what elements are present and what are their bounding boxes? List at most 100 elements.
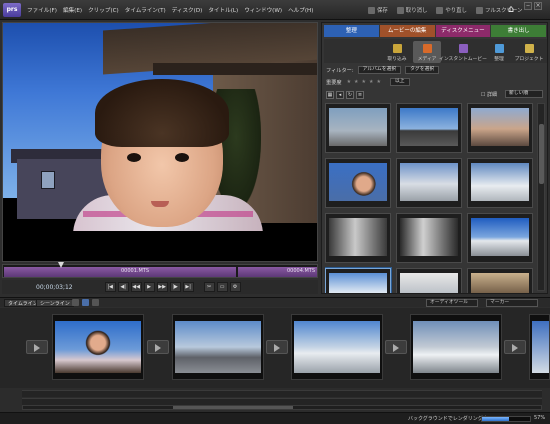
scene-clip[interactable] [529,314,550,380]
media-thumbnail[interactable] [325,213,391,263]
go-start-button[interactable]: |◀ [104,282,116,292]
transition-slot[interactable] [147,340,169,354]
timeline-header: タイムライン シーンライン オーディオツール マーカー [0,297,550,307]
transition-slot[interactable] [504,340,526,354]
menu-edit[interactable]: 編集(E) [63,6,82,14]
save-label: 保存 [377,8,388,14]
clip-thumbnail [175,321,261,373]
smart-fix-icon[interactable] [82,299,89,306]
go-end-button[interactable]: ▶| [182,282,194,292]
tool-icon[interactable] [72,299,79,306]
detail-checkbox[interactable]: ☐ 詳細 [481,91,497,98]
sort-select[interactable]: 新しい順 [505,90,543,98]
rating-stars[interactable]: ★★★★★ [347,79,384,85]
tag-select[interactable]: タグを選択 [405,66,440,74]
menu-file[interactable]: ファイル(F) [27,6,57,14]
play-button[interactable]: ▶ [143,282,155,292]
refresh-icon[interactable]: ↻ [346,90,354,99]
monitor-clip-strip[interactable]: 00001.MTS 00004.MTS [2,264,318,278]
forward-button[interactable]: ▶▶ [156,282,168,292]
menu-clip[interactable]: クリップ(C) [88,6,119,14]
home-icon[interactable]: ⌂ [504,3,518,17]
undo-button[interactable]: 取り消し [396,6,428,14]
media-thumbnail[interactable] [467,158,533,208]
minimize-button[interactable]: ‒ [524,2,532,10]
scene-clip[interactable] [410,314,502,380]
render-progress-percent: 57% [534,415,546,421]
clip-segment-1[interactable] [4,267,236,277]
scene-clip[interactable] [52,314,144,380]
undo-label: 取り消し [405,8,428,14]
organize-label: 整理 [494,57,504,62]
media-thumbnail[interactable] [325,158,391,208]
transition-slot[interactable] [266,340,288,354]
thumbnail-image [471,163,529,201]
list-view-icon[interactable]: ≡ [356,90,364,99]
split-icon[interactable]: ✂ [203,282,215,292]
media-thumbnail[interactable] [325,103,391,153]
menu-help[interactable]: ヘルプ(H) [288,6,313,14]
step-forward-button[interactable]: |▶ [169,282,181,292]
media-thumbnail[interactable] [467,213,533,263]
audio-track-1[interactable] [22,390,542,397]
view-controls: ▦ ◂ ↻ ≡ ☐ 詳細 新しい順 [324,89,547,100]
clip-thumbnail [55,321,141,373]
thumbnail-image [329,273,387,293]
save-button[interactable]: 保存 [368,6,388,14]
media-thumbnail[interactable] [396,103,462,153]
media-label: メディア [417,57,437,62]
timeline-scroll-thumb[interactable] [173,406,293,409]
transition-slot[interactable] [385,340,407,354]
transition-icon [512,344,518,352]
scrollbar-thumb[interactable] [539,124,544,184]
rating-threshold-select[interactable]: 以上 [390,78,410,86]
media-thumbnail[interactable] [467,103,533,153]
tab-organize[interactable]: 整理 [324,25,379,37]
timeline-scrollbar[interactable] [22,405,542,410]
transition-icon [155,344,161,352]
grid-view-icon[interactable]: ▦ [326,90,334,99]
media-thumbnail[interactable] [396,158,462,208]
thumbnail-image [400,108,458,146]
project-button[interactable]: プロジェクト [515,41,543,63]
fit-icon[interactable]: ▭ [216,282,228,292]
organize-button[interactable]: 整理 [485,41,513,63]
menu-disc[interactable]: ディスク(D) [172,6,203,14]
media-button[interactable]: メディア [413,41,441,63]
back-icon[interactable]: ◂ [336,90,344,99]
step-back-button[interactable]: ◀| [117,282,129,292]
timecode-display[interactable]: 00;00;03;12 [36,284,73,291]
redo-button[interactable]: やり直し [436,6,467,14]
media-thumbnail[interactable] [396,213,462,263]
app-window: prs ファイル(F) 編集(E) クリップ(C) タイムライン(T) ディスク… [0,0,550,424]
status-bar: バックグラウンドでレンダリング中... 57% [0,412,550,424]
settings-icon[interactable]: ⚙ [229,282,241,292]
tab-disc-menu[interactable]: ディスクメニュー [435,25,491,37]
audio-track-2[interactable] [22,398,542,405]
tab-share[interactable]: 書き出し [491,25,546,37]
scene-clip[interactable] [172,314,264,380]
menu-title[interactable]: タイトル(L) [208,6,238,14]
media-scrollbar[interactable] [537,103,545,291]
instant-movie-button[interactable]: インスタントムービー [439,41,487,63]
task-tabs: 整理 ムービーの編集 ディスクメニュー 書き出し [324,25,547,37]
transition-slot[interactable] [26,340,48,354]
close-button[interactable]: × [534,2,542,10]
media-thumbnail-selected[interactable] [325,268,391,293]
rewind-button[interactable]: ◀◀ [130,282,142,292]
menu-timeline[interactable]: タイムライン(T) [125,6,166,14]
instant-movie-label: インスタントムービー [439,57,487,62]
voice-icon[interactable] [92,299,99,306]
preview-monitor[interactable] [2,22,318,262]
album-select[interactable]: アルバムを選択 [357,66,402,74]
tab-edit-movie[interactable]: ムービーの編集 [379,25,435,37]
undo-icon [396,6,404,14]
menu-window[interactable]: ウィンドウ(W) [244,6,282,14]
audio-tool-select[interactable]: オーディオツール [426,299,478,307]
scene-clip[interactable] [291,314,383,380]
tab-sceneline[interactable]: シーンライン [36,299,74,307]
media-thumbnail[interactable] [396,268,462,293]
marker-select[interactable]: マーカー [486,299,538,307]
media-thumbnail[interactable] [467,268,533,293]
get-media-button[interactable]: 取り込み [383,41,411,63]
